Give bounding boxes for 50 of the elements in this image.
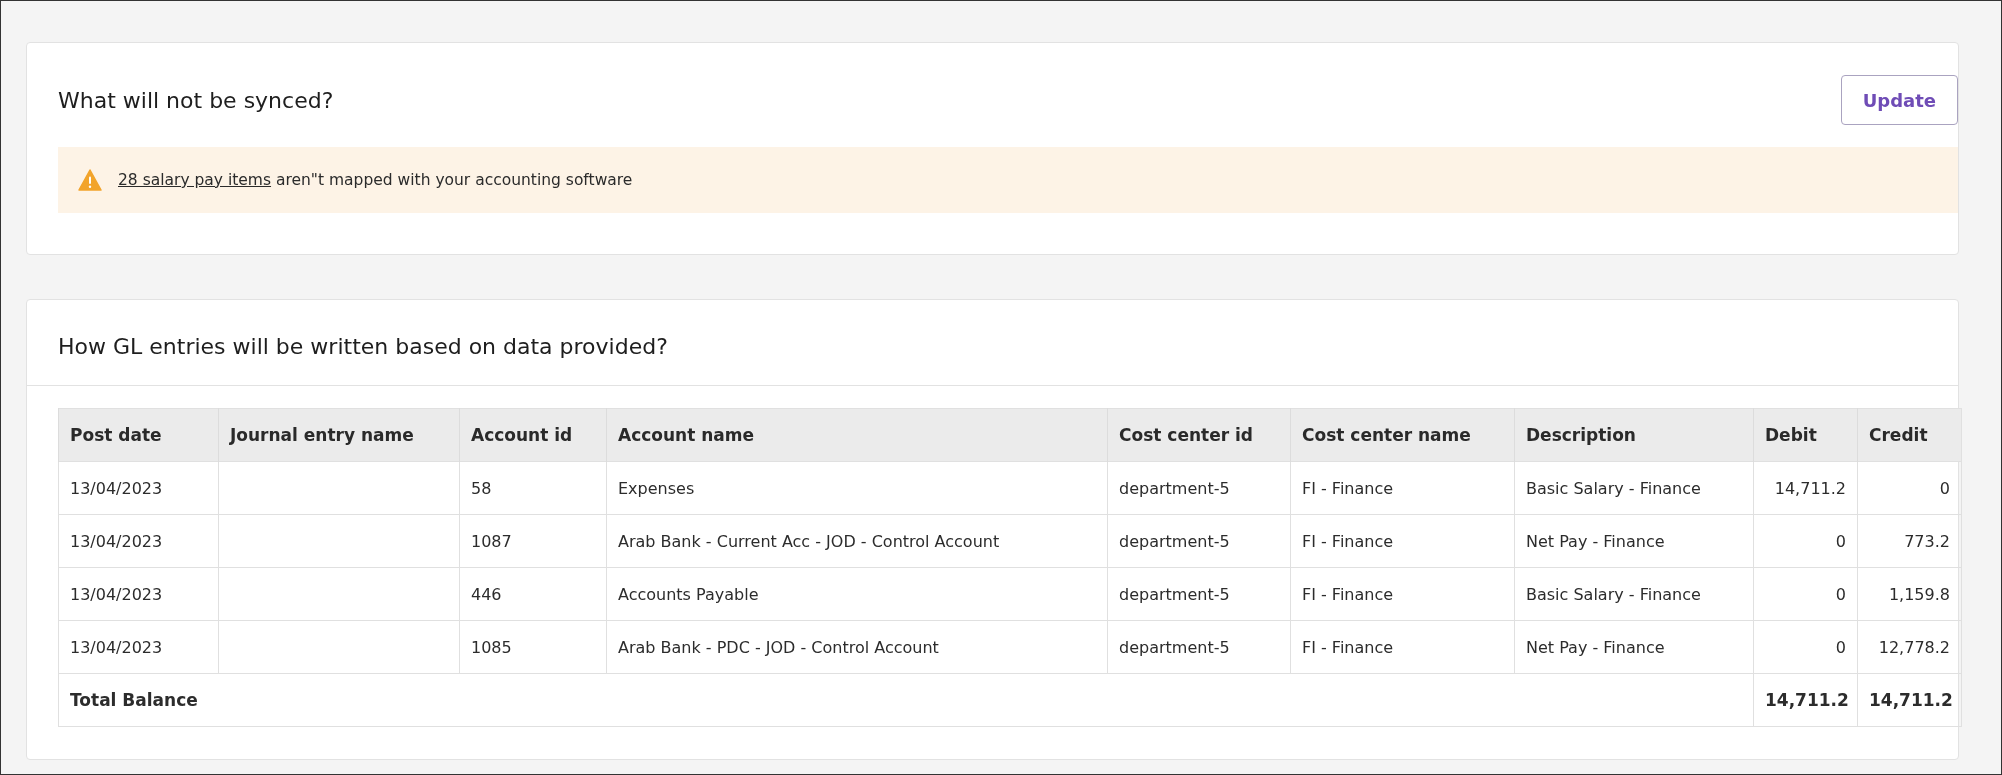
column-header: Account id [459,408,607,462]
table-cell: 446 [459,567,607,621]
table-cell: FI - Finance [1290,620,1515,674]
table-cell: Arab Bank - Current Acc - JOD - Control Account [606,514,1108,568]
table-cell: 13/04/2023 [58,514,219,568]
table-cell: 12,778.2 [1857,620,1962,674]
table-cell: 13/04/2023 [58,461,219,515]
column-header: Cost center name [1290,408,1515,462]
column-header: Description [1514,408,1754,462]
table-cell: Basic Salary - Finance [1514,461,1754,515]
table-cell: Basic Salary - Finance [1514,567,1754,621]
table-cell: Accounts Payable [606,567,1108,621]
column-header: Credit [1857,408,1962,462]
table-cell: department-5 [1107,567,1291,621]
table-cell: department-5 [1107,461,1291,515]
table-cell: 58 [459,461,607,515]
column-header: Debit [1753,408,1858,462]
table-cell: 1085 [459,620,607,674]
pay-items-link[interactable]: 28 salary pay items [118,171,272,189]
table-cell: FI - Finance [1290,567,1515,621]
column-header: Post date [58,408,219,462]
table-cell: 1087 [459,514,607,568]
table-cell: 773.2 [1857,514,1962,568]
column-header: Account name [606,408,1108,462]
total-debit: 14,711.2 [1753,673,1858,727]
section-title: How GL entries will be written based on data provided? [57,333,669,361]
table-cell: 0 [1857,461,1962,515]
table-cell: department-5 [1107,620,1291,674]
total-label: Total Balance [58,673,1754,727]
column-header: Cost center id [1107,408,1291,462]
table-cell: department-5 [1107,514,1291,568]
table-cell: 1,159.8 [1857,567,1962,621]
table-cell: Net Pay - Finance [1514,620,1754,674]
table-cell: Arab Bank - PDC - JOD - Control Account [606,620,1108,674]
table-cell: 14,711.2 [1753,461,1858,515]
table-cell: 13/04/2023 [58,567,219,621]
table-cell: 0 [1753,567,1858,621]
table-cell: Expenses [606,461,1108,515]
table-cell: FI - Finance [1290,514,1515,568]
total-credit: 14,711.2 [1857,673,1962,727]
table-cell: FI - Finance [1290,461,1515,515]
warning-icon [78,169,102,191]
table-cell: 0 [1753,620,1858,674]
column-header: Journal entry name [218,408,460,462]
update-button[interactable]: Update [1840,75,1958,125]
table-cell: Net Pay - Finance [1514,514,1754,568]
section-title: What will not be synced? [58,87,334,113]
warning-message: 28 salary pay items aren"t mapped with your accounting software [118,171,633,189]
table-cell: 13/04/2023 [58,620,219,674]
table-cell: 0 [1753,514,1858,568]
